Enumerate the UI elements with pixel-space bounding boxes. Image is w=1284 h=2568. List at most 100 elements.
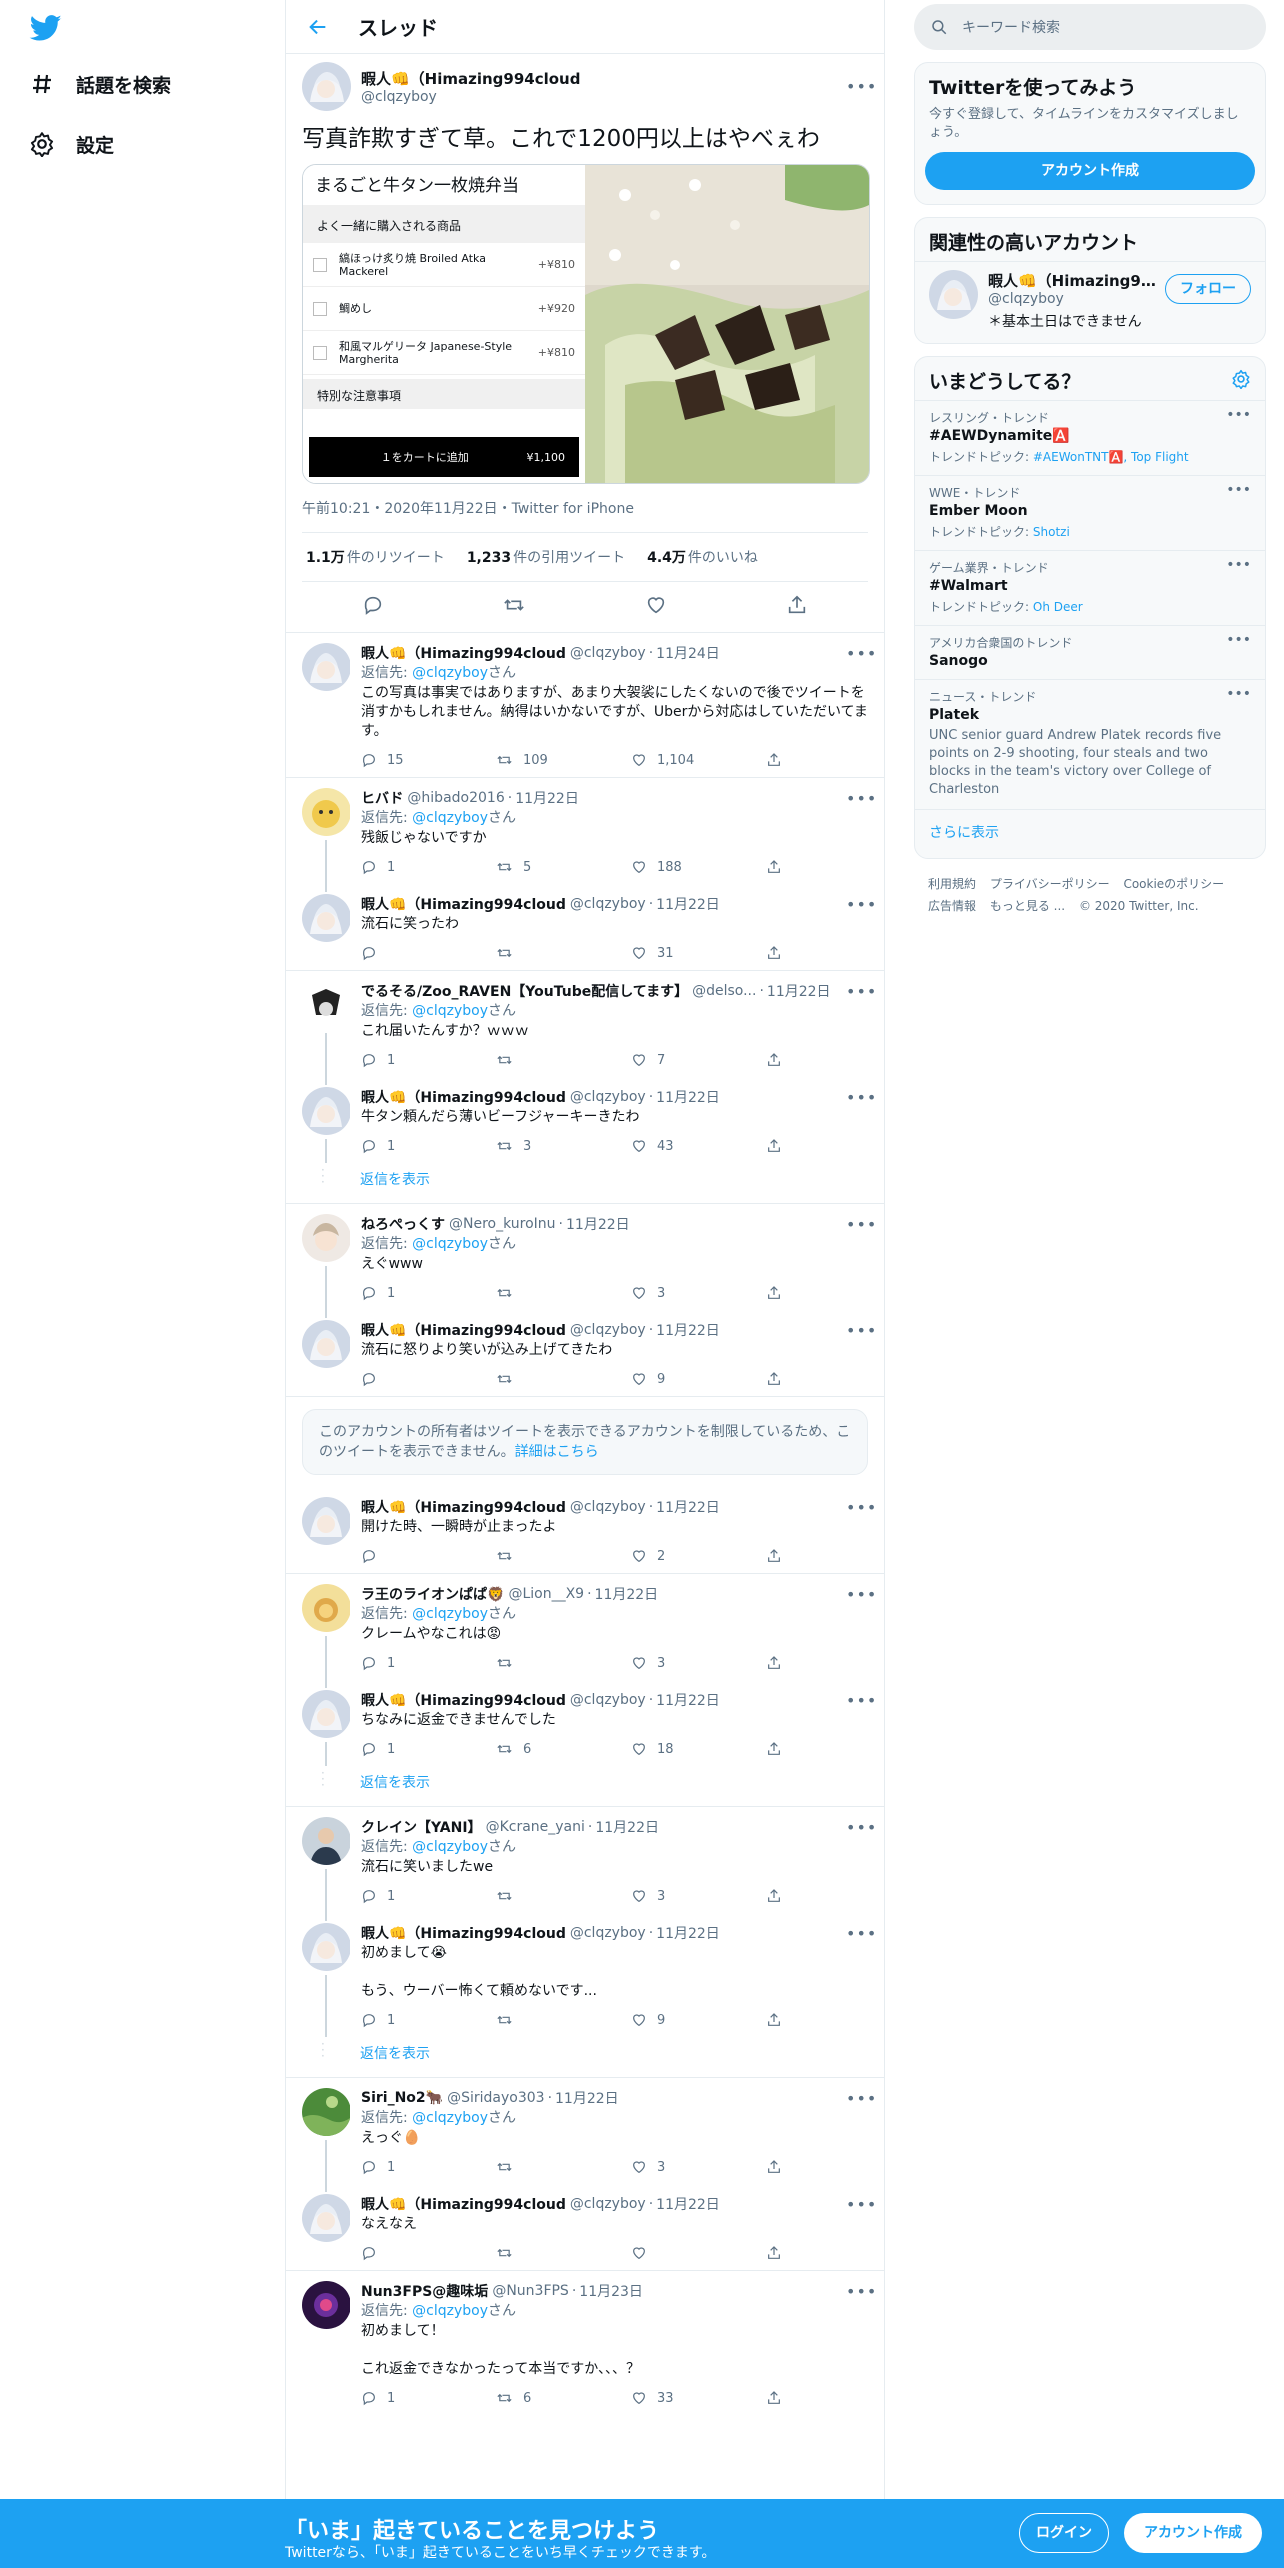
avatar[interactable] xyxy=(302,643,351,691)
like-icon[interactable] xyxy=(645,594,667,620)
share-button[interactable] xyxy=(766,2012,792,2028)
reply-to-link[interactable]: @clqzyboy xyxy=(412,2110,488,2126)
reply-tweet[interactable]: 暇人👊（Himazing994cloud @clqzyboy · 11月22日 ••• 初… xyxy=(286,1913,884,2037)
reply-button[interactable]: 1 xyxy=(361,1052,496,1068)
author-handle[interactable]: @Nero_kuroInu xyxy=(449,1216,556,1232)
retweet-button[interactable] xyxy=(496,1371,631,1387)
twitter-logo-icon[interactable] xyxy=(28,12,64,44)
author-handle[interactable]: @clqzyboy xyxy=(570,896,646,912)
author-handle[interactable]: @clqzyboy xyxy=(570,1692,646,1708)
show-more-link[interactable]: さらに表示 xyxy=(915,809,1265,858)
author-handle[interactable]: @clqzyboy xyxy=(570,645,646,661)
more-icon[interactable]: ••• xyxy=(846,1924,876,1943)
tweet-date[interactable]: 11月23日 xyxy=(579,2281,643,2301)
reply-tweet[interactable]: ねろぺっくす @Nero_kuroInu · 11月22日 ••• 返信先: @clqzy… xyxy=(286,1204,884,1310)
retweet-button[interactable] xyxy=(496,1052,631,1068)
trend-item[interactable]: ••• WWE・トレンド Ember Moon トレンドトピック: Shotzi xyxy=(915,475,1265,550)
nav-explore[interactable]: 話題を検索 xyxy=(28,64,171,104)
reply-button[interactable]: 1 xyxy=(361,1285,496,1301)
like-button[interactable] xyxy=(631,2245,766,2261)
reply-button[interactable]: 1 xyxy=(361,859,496,875)
footer-more[interactable]: もっと見る ... xyxy=(990,899,1065,913)
like-button[interactable]: 7 xyxy=(631,1052,766,1068)
reply-button[interactable] xyxy=(361,1548,496,1564)
tweet-date[interactable]: 11月22日 xyxy=(595,1584,659,1604)
share-button[interactable] xyxy=(766,752,792,768)
share-button[interactable] xyxy=(766,1548,792,1564)
more-icon[interactable]: ••• xyxy=(846,982,876,1001)
retweet-button[interactable] xyxy=(496,1548,631,1564)
show-replies-link[interactable]: · · · 返信を表示 xyxy=(286,2037,884,2078)
share-button[interactable] xyxy=(766,1052,792,1068)
tweet-date[interactable]: 11月22日 xyxy=(656,1690,720,1710)
avatar[interactable] xyxy=(302,1087,351,1135)
reply-to-link[interactable]: @clqzyboy xyxy=(412,665,488,681)
more-icon[interactable]: ••• xyxy=(846,2089,876,2108)
author-name[interactable]: 暇人👊（Himazing994cloud xyxy=(361,1087,566,1107)
reply-button[interactable]: 1 xyxy=(361,1655,496,1671)
avatar[interactable] xyxy=(302,788,351,836)
search-box[interactable]: キーワード検索 xyxy=(914,4,1266,50)
author-name[interactable]: 暇人👊（Himazing994cloud xyxy=(361,643,566,663)
author-name[interactable]: Nun3FPS@趣味垢 xyxy=(361,2281,488,2301)
reply-button[interactable]: 1 xyxy=(361,2012,496,2028)
author-handle[interactable]: @Kcrane_yani xyxy=(486,1819,585,1835)
author-handle[interactable]: @Nun3FPS xyxy=(492,2283,569,2299)
reply-tweet[interactable]: 暇人👊（Himazing994cloud @clqzyboy · 11月22日 ••• 流… xyxy=(286,884,884,971)
retweet-icon[interactable] xyxy=(503,594,525,620)
more-icon[interactable]: ••• xyxy=(846,2195,876,2214)
like-button[interactable]: 33 xyxy=(631,2390,766,2406)
author-handle[interactable]: @clqzyboy xyxy=(570,1089,646,1105)
quotes-stat[interactable]: 1,233 件の引用ツイート xyxy=(467,547,625,567)
retweet-button[interactable]: 109 xyxy=(496,752,631,768)
reply-button[interactable] xyxy=(361,1371,496,1387)
signup-button[interactable]: アカウント作成 xyxy=(925,152,1255,190)
like-button[interactable]: 3 xyxy=(631,1655,766,1671)
avatar[interactable] xyxy=(302,981,351,1029)
author-handle[interactable]: @Lion__X9 xyxy=(508,1586,584,1602)
retweet-button[interactable]: 5 xyxy=(496,859,631,875)
tweet-date[interactable]: 11月22日 xyxy=(515,788,579,808)
retweet-button[interactable] xyxy=(496,1888,631,1904)
like-button[interactable]: 3 xyxy=(631,2159,766,2175)
more-icon[interactable]: ••• xyxy=(846,895,876,914)
avatar[interactable] xyxy=(302,894,351,942)
show-replies-link[interactable]: · · · 返信を表示 xyxy=(286,1766,884,1807)
share-button[interactable] xyxy=(766,1285,792,1301)
back-arrow-icon[interactable] xyxy=(298,7,338,47)
reply-tweet[interactable]: 暇人👊（Himazing994cloud @clqzyboy · 11月22日 ••• 牛… xyxy=(286,1077,884,1163)
trend-item[interactable]: ••• ニュース・トレンド Platek UNC senior guard Andre… xyxy=(915,679,1265,809)
show-replies-link[interactable]: · · · 返信を表示 xyxy=(286,1163,884,1204)
author-name[interactable]: ねろぺっくす xyxy=(361,1214,445,1234)
more-icon[interactable]: ••• xyxy=(1226,557,1251,573)
author-name[interactable]: 暇人👊（Himazing994cloud xyxy=(361,2194,566,2214)
search-input[interactable]: キーワード検索 xyxy=(962,17,1060,37)
like-button[interactable]: 3 xyxy=(631,1285,766,1301)
avatar[interactable] xyxy=(302,2194,351,2242)
retweet-button[interactable] xyxy=(496,1655,631,1671)
tweet-date[interactable]: 11月22日 xyxy=(656,894,720,914)
trend-topic-link[interactable]: #AEWonTNT🅰️, Top Flight xyxy=(1033,450,1189,464)
more-icon[interactable]: ••• xyxy=(846,1691,876,1710)
share-button[interactable] xyxy=(766,1741,792,1757)
author-name[interactable]: 暇人👊（Himazing994cloud xyxy=(361,68,846,89)
avatar[interactable] xyxy=(302,1923,351,1971)
more-icon[interactable]: ••• xyxy=(846,644,876,663)
author-name[interactable]: クレイン【YANI】 xyxy=(361,1817,482,1837)
avatar[interactable] xyxy=(302,1690,351,1738)
share-button[interactable] xyxy=(766,1371,792,1387)
author-name[interactable]: 暇人👊（Himazing994cloud xyxy=(361,1497,566,1517)
share-button[interactable] xyxy=(766,1655,792,1671)
avatar[interactable] xyxy=(302,1497,351,1545)
reply-tweet[interactable]: Siri_No2🐂 @Siridayo303 · 11月22日 ••• 返信先: @clq… xyxy=(286,2078,884,2184)
reply-tweet[interactable]: 暇人👊（Himazing994cloud @clqzyboy · 11月24日 ••• 返… xyxy=(286,633,884,778)
reply-icon[interactable] xyxy=(362,594,384,620)
share-button[interactable] xyxy=(766,1888,792,1904)
footer-terms[interactable]: 利用規約 xyxy=(928,877,976,891)
author-name[interactable]: 暇人👊（Himazing994cloud xyxy=(361,1923,566,1943)
author-handle[interactable]: @clqzyboy xyxy=(570,1322,646,1338)
reply-tweet[interactable]: 暇人👊（Himazing994cloud @clqzyboy · 11月22日 ••• 流… xyxy=(286,1310,884,1397)
retweet-button[interactable]: 6 xyxy=(496,2390,631,2406)
tweet-date[interactable]: 11月22日 xyxy=(656,1497,720,1517)
tweet-date[interactable]: 11月24日 xyxy=(656,643,720,663)
